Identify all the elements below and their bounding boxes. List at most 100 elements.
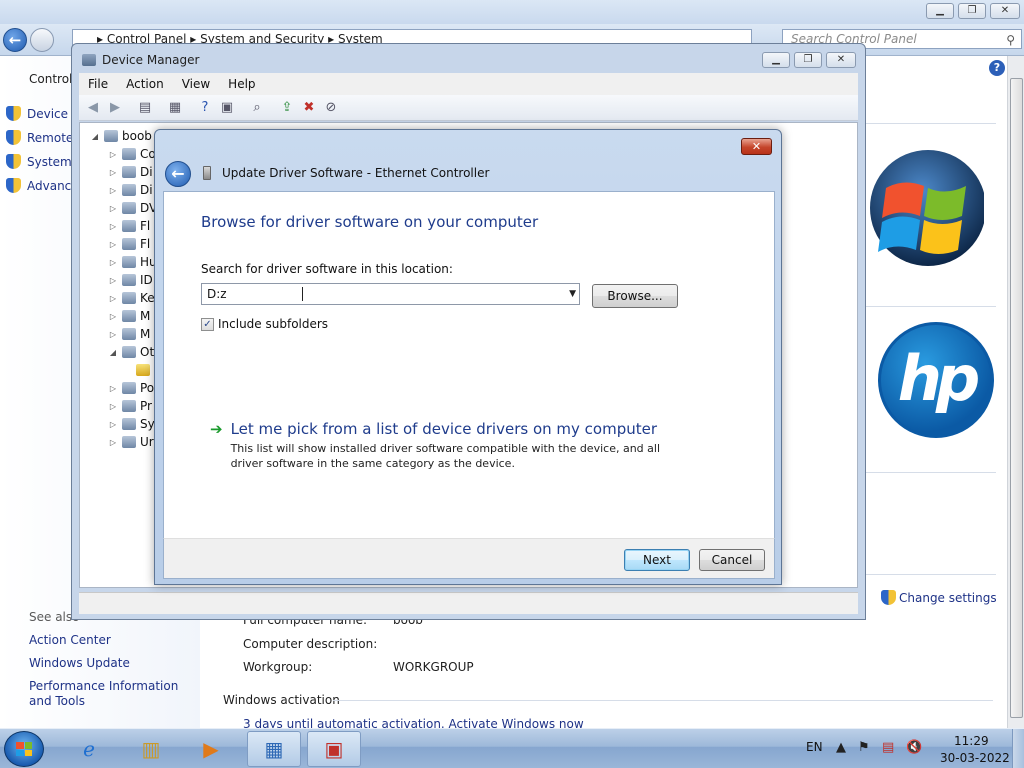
driver-path-value[interactable]: D:z bbox=[207, 287, 227, 301]
tree-item[interactable]: ▷ Fl bbox=[108, 235, 150, 253]
tree-item-ethernet-controller[interactable] bbox=[132, 361, 154, 379]
uninstall-icon[interactable]: ✖ bbox=[301, 100, 317, 116]
expand-icon[interactable]: ▷ bbox=[108, 438, 118, 447]
tree-item-other-devices[interactable]: ◢ Ot bbox=[108, 343, 154, 361]
device-icon bbox=[122, 238, 136, 250]
expand-icon[interactable]: ▷ bbox=[108, 330, 118, 339]
view-icon[interactable]: ▣ bbox=[219, 100, 235, 116]
close-button[interactable]: ✕ bbox=[990, 3, 1020, 19]
browse-button[interactable]: Browse... bbox=[592, 284, 678, 308]
back-icon[interactable]: ◀ bbox=[85, 100, 101, 116]
expand-icon[interactable]: ▷ bbox=[108, 312, 118, 321]
disable-icon[interactable]: ⊘ bbox=[323, 100, 339, 116]
pick-driver-title[interactable]: Let me pick from a list of device driver… bbox=[231, 420, 691, 438]
volume-muted-icon[interactable]: 🔇 bbox=[906, 740, 922, 755]
expand-icon[interactable]: ▷ bbox=[108, 168, 118, 177]
help-icon[interactable]: ? bbox=[989, 60, 1005, 76]
clock-date[interactable]: 30-03-2022 bbox=[940, 751, 1010, 765]
tree-item[interactable]: ▷ ID bbox=[108, 271, 153, 289]
device-icon bbox=[122, 382, 136, 394]
expand-icon[interactable]: ▷ bbox=[108, 402, 118, 411]
search-icon[interactable]: ⚲ bbox=[1006, 31, 1015, 49]
show-hidden-icons-icon[interactable]: ▲ bbox=[836, 740, 846, 755]
dialog-back-button[interactable]: ← bbox=[165, 161, 191, 187]
explorer-folder-icon[interactable]: ▥ bbox=[124, 731, 178, 767]
tree-root[interactable]: ◢ boob bbox=[90, 127, 152, 145]
expand-icon[interactable]: ▷ bbox=[108, 240, 118, 249]
expand-icon[interactable]: ▷ bbox=[108, 150, 118, 159]
language-indicator[interactable]: EN bbox=[806, 740, 823, 754]
expand-icon[interactable]: ▷ bbox=[108, 186, 118, 195]
cancel-button[interactable]: Cancel bbox=[699, 549, 765, 571]
dialog-close-button[interactable]: ✕ bbox=[741, 138, 772, 155]
scrollbar[interactable] bbox=[1007, 56, 1024, 728]
properties-icon[interactable]: ▦ bbox=[167, 100, 183, 116]
tree-item[interactable]: ▷ Hu bbox=[108, 253, 157, 271]
tree-item[interactable]: ▷ M bbox=[108, 325, 150, 343]
scan-hardware-icon[interactable]: ⌕ bbox=[249, 100, 265, 116]
collapse-icon[interactable]: ◢ bbox=[90, 132, 100, 141]
expand-icon[interactable]: ▷ bbox=[108, 294, 118, 303]
tree-view-icon[interactable]: ▤ bbox=[137, 100, 153, 116]
expand-icon[interactable]: ▷ bbox=[108, 384, 118, 393]
expand-icon[interactable]: ▷ bbox=[108, 258, 118, 267]
menu-view[interactable]: View bbox=[173, 77, 219, 91]
see-also-performance[interactable]: Performance Information and Tools bbox=[29, 679, 194, 709]
expand-icon[interactable]: ▷ bbox=[108, 222, 118, 231]
clock-time[interactable]: 11:29 bbox=[954, 734, 989, 748]
tree-item[interactable]: ▷ Pr bbox=[108, 397, 152, 415]
back-button[interactable]: ← bbox=[3, 28, 27, 52]
tree-item[interactable]: ▷ Ur bbox=[108, 433, 154, 451]
tree-item[interactable]: ▷ M bbox=[108, 307, 150, 325]
pick-driver-list-option[interactable]: ➔ Let me pick from a list of device driv… bbox=[210, 420, 691, 471]
include-subfolders-checkbox[interactable]: ✓ Include subfolders bbox=[201, 317, 328, 331]
scrollbar-thumb[interactable] bbox=[1010, 78, 1023, 718]
device-manager-task-icon[interactable]: ▣ bbox=[307, 731, 361, 767]
help-icon[interactable]: ? bbox=[197, 100, 213, 116]
collapse-icon[interactable]: ◢ bbox=[108, 348, 118, 357]
left-link-system-protection[interactable]: System bbox=[6, 154, 72, 169]
maximize-button[interactable]: ❐ bbox=[958, 3, 986, 19]
tree-item[interactable]: ▷ DV bbox=[108, 199, 157, 217]
expand-icon[interactable]: ▷ bbox=[108, 420, 118, 429]
menu-action[interactable]: Action bbox=[117, 77, 173, 91]
tree-item[interactable]: ▷ Sy bbox=[108, 415, 155, 433]
forward-button[interactable] bbox=[30, 28, 54, 52]
action-center-flag-icon[interactable]: ⚑ bbox=[858, 740, 870, 755]
checkmark-icon[interactable]: ✓ bbox=[201, 317, 214, 331]
dropdown-arrow-icon[interactable]: ▼ bbox=[569, 284, 576, 304]
maximize-button[interactable]: ❐ bbox=[794, 52, 822, 68]
tree-item[interactable]: ▷ Co bbox=[108, 145, 156, 163]
driver-path-combobox[interactable]: D:z ▼ bbox=[201, 283, 580, 305]
include-subfolders-label[interactable]: Include subfolders bbox=[218, 317, 328, 331]
change-settings-link[interactable]: Change settings bbox=[881, 590, 997, 605]
left-link-remote[interactable]: Remote bbox=[6, 130, 73, 145]
left-link-advanced[interactable]: Advanc bbox=[6, 178, 71, 193]
expand-icon[interactable]: ▷ bbox=[108, 204, 118, 213]
expand-icon[interactable]: ▷ bbox=[108, 276, 118, 285]
start-button[interactable] bbox=[4, 731, 44, 767]
device-icon bbox=[122, 418, 136, 430]
internet-explorer-icon[interactable]: ℯ bbox=[62, 731, 116, 767]
menu-help[interactable]: Help bbox=[219, 77, 264, 91]
see-also-action-center[interactable]: Action Center bbox=[29, 633, 111, 648]
minimize-button[interactable]: ▁ bbox=[762, 52, 790, 68]
show-desktop-button[interactable] bbox=[1012, 729, 1024, 768]
tree-item[interactable]: ▷ Fl bbox=[108, 217, 150, 235]
control-panel-task-icon[interactable]: ▦ bbox=[247, 731, 301, 767]
see-also-windows-update[interactable]: Windows Update bbox=[29, 656, 130, 671]
device-icon bbox=[122, 310, 136, 322]
network-icon[interactable]: ▤ bbox=[882, 740, 894, 755]
next-button[interactable]: Next bbox=[624, 549, 690, 571]
tree-item[interactable]: ▷ Di bbox=[108, 181, 153, 199]
tree-item[interactable]: ▷ Di bbox=[108, 163, 153, 181]
tree-item[interactable]: ▷ Po bbox=[108, 379, 154, 397]
dialog-content: Browse for driver software on your compu… bbox=[163, 191, 775, 538]
tree-item[interactable]: ▷ Ke bbox=[108, 289, 155, 307]
close-button[interactable]: ✕ bbox=[826, 52, 856, 68]
update-driver-icon[interactable]: ⇪ bbox=[279, 100, 295, 116]
menu-file[interactable]: File bbox=[79, 77, 117, 91]
forward-icon[interactable]: ▶ bbox=[107, 100, 123, 116]
media-player-icon[interactable]: ▶ bbox=[184, 731, 238, 767]
minimize-button[interactable]: ▁ bbox=[926, 3, 954, 19]
